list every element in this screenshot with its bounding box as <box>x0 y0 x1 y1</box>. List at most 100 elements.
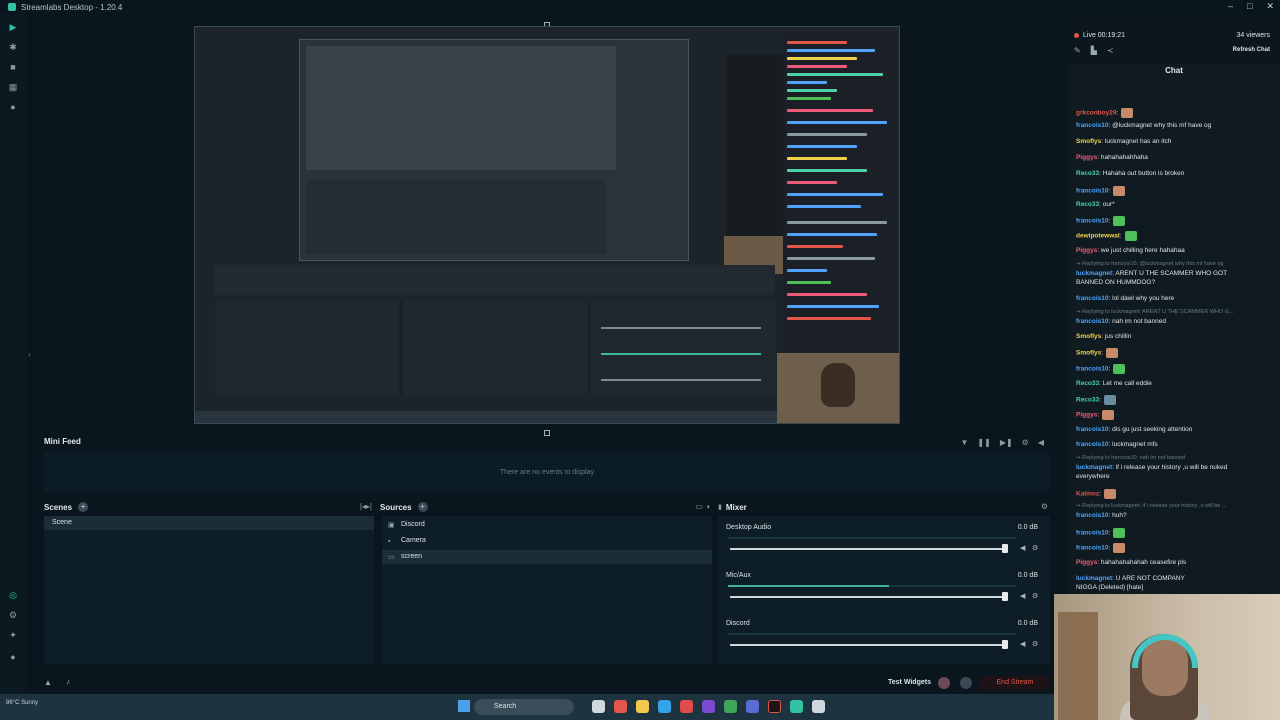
gear-icon[interactable]: ⚙ <box>1032 640 1040 648</box>
record-icon[interactable]: ● <box>8 102 18 112</box>
dashboard-icon[interactable]: ◎ <box>8 590 18 600</box>
close-button[interactable]: ✕ <box>1266 1 1274 12</box>
chat-emote <box>1113 364 1126 374</box>
chat-username[interactable]: Piggys <box>1076 247 1097 254</box>
chat-username[interactable]: Reco33 <box>1076 397 1099 404</box>
weather-widget[interactable]: 86°C Sunny <box>6 700 38 706</box>
layout-icon[interactable]: ▦ <box>8 82 18 92</box>
mixer-settings-icon[interactable]: ⚙ <box>1041 502 1048 511</box>
chat-username[interactable]: Reco33 <box>1076 201 1099 208</box>
app-icon[interactable] <box>790 700 803 713</box>
chat-username[interactable]: francois10 <box>1076 512 1109 519</box>
help-icon[interactable]: ● <box>8 652 18 662</box>
chat-username[interactable]: Smoflys <box>1076 138 1101 145</box>
chat-username[interactable]: Piggys <box>1076 412 1097 419</box>
volume-slider[interactable] <box>730 644 1008 646</box>
collapse-arrow-icon[interactable]: › <box>28 350 31 359</box>
chat-username[interactable]: dewipotewwal <box>1076 233 1120 240</box>
speaker-icon[interactable]: ◀ <box>1020 592 1028 600</box>
volume-slider-knob[interactable] <box>1002 544 1008 553</box>
start-icon[interactable] <box>458 700 470 712</box>
highlighter-icon[interactable]: ✦ <box>8 630 18 640</box>
source-item-screen[interactable]: ▭ screen <box>382 550 712 564</box>
edit-icon[interactable]: ✎ <box>1074 46 1081 55</box>
chrome-icon[interactable] <box>614 700 627 713</box>
chat-message: luckmagnet: ARENT U THE SCAMMER WHO GOT <box>1076 270 1272 278</box>
add-scene-button[interactable]: + <box>78 502 89 512</box>
chat-username[interactable]: francois10 <box>1076 218 1109 225</box>
editor-icon[interactable]: ▶ <box>8 22 18 32</box>
chat-text: : <box>1101 349 1104 357</box>
scene-item[interactable]: Scene <box>44 516 374 530</box>
source-item-discord[interactable]: ▣ Discord <box>382 518 712 532</box>
skip-icon[interactable]: ▶❚ <box>1000 438 1013 447</box>
chat-message: Smoflys: jus chillin <box>1076 333 1272 341</box>
mixer-toggle-icon[interactable]: ▮ <box>718 503 722 511</box>
popout-icon[interactable]: ▙ <box>1091 46 1097 55</box>
chat-username[interactable]: francois10 <box>1076 366 1109 373</box>
volume-slider[interactable] <box>730 596 1008 598</box>
settings-icon[interactable]: ⚙ <box>8 610 18 620</box>
source-folder-icon[interactable]: ▭ ◑ <box>695 502 710 511</box>
chat-message: grkconboy29: <box>1076 108 1272 118</box>
chat-username[interactable]: luckmagnet <box>1076 575 1112 582</box>
chat-username[interactable]: grkconboy29 <box>1076 110 1116 117</box>
task-view-icon[interactable] <box>592 700 605 713</box>
viewer-count: 34 viewers <box>1236 32 1270 39</box>
taskbar-search[interactable]: Search <box>474 699 574 715</box>
file-explorer-icon[interactable] <box>636 700 649 713</box>
performance-icon[interactable]: ▲ <box>44 678 52 687</box>
gear-icon[interactable]: ⚙ <box>1032 592 1040 600</box>
xbox-icon[interactable] <box>724 700 737 713</box>
volume-slider[interactable] <box>730 548 1008 550</box>
chat-username[interactable]: francois10 <box>1076 426 1109 433</box>
app-icon[interactable] <box>702 700 715 713</box>
gear-icon[interactable]: ⚙ <box>1032 544 1040 552</box>
chat-username[interactable]: francois10 <box>1076 318 1109 325</box>
speaker-icon[interactable]: ◀ <box>1020 640 1028 648</box>
mic-icon[interactable]: ♪ <box>66 677 70 686</box>
record-button[interactable] <box>938 677 950 689</box>
refresh-chat-button[interactable]: Refresh Chat <box>1233 47 1270 53</box>
end-stream-button[interactable]: End Stream <box>980 676 1050 690</box>
app-icon[interactable] <box>812 700 825 713</box>
pause-icon[interactable]: ❚❚ <box>977 438 990 447</box>
add-source-button[interactable]: + <box>417 502 428 512</box>
chat-username[interactable]: francois10 <box>1076 295 1109 302</box>
volume-slider-knob[interactable] <box>1002 640 1008 649</box>
share-icon[interactable]: ≺ <box>1107 46 1114 55</box>
chat-username[interactable]: Reco33 <box>1076 170 1099 177</box>
chat-username[interactable]: Smoflys <box>1076 333 1101 340</box>
opera-icon[interactable] <box>680 700 693 713</box>
themes-icon[interactable]: ✱ <box>8 42 18 52</box>
chat-username[interactable]: luckmagnet <box>1076 270 1112 277</box>
chat-username[interactable]: francois10 <box>1076 441 1109 448</box>
chat-username[interactable]: Piggys <box>1076 154 1097 161</box>
settings-icon[interactable]: ⚙ <box>1022 438 1029 447</box>
chat-username[interactable]: Smoflys <box>1076 350 1101 357</box>
chat-username[interactable]: francois10 <box>1076 188 1109 195</box>
live-indicator: Live 00:19:21 <box>1074 32 1125 39</box>
chat-username[interactable]: Piggys <box>1076 559 1097 566</box>
chat-username[interactable]: luckmagnet <box>1076 464 1112 471</box>
chat-username[interactable]: Kalmoz <box>1076 491 1099 498</box>
chat-username[interactable]: francois10 <box>1076 545 1109 552</box>
volume-slider-knob[interactable] <box>1002 592 1008 601</box>
store-icon[interactable]: ■ <box>8 62 18 72</box>
chat-username[interactable]: francois10 <box>1076 530 1109 537</box>
maximize-button[interactable]: □ <box>1247 1 1252 12</box>
scenes-title: Scenes <box>44 502 73 512</box>
minimize-button[interactable]: – <box>1228 1 1233 12</box>
speaker-icon[interactable]: ◀ <box>1020 544 1028 552</box>
volume-icon[interactable]: ◀ <box>1038 438 1044 447</box>
discord-icon[interactable] <box>746 700 759 713</box>
source-item-camera[interactable]: ▪ Camera <box>382 534 712 548</box>
edge-icon[interactable] <box>658 700 671 713</box>
chat-username[interactable]: francois10 <box>1076 122 1109 129</box>
filter-icon[interactable]: ▼ <box>960 438 968 447</box>
test-widgets-button[interactable]: Test Widgets <box>888 679 931 686</box>
chat-username[interactable]: Reco33 <box>1076 380 1099 387</box>
replay-buffer-button[interactable] <box>960 677 972 689</box>
streamlabs-icon[interactable] <box>768 700 781 713</box>
scene-transitions-icon[interactable]: |◂▸| <box>360 502 372 511</box>
